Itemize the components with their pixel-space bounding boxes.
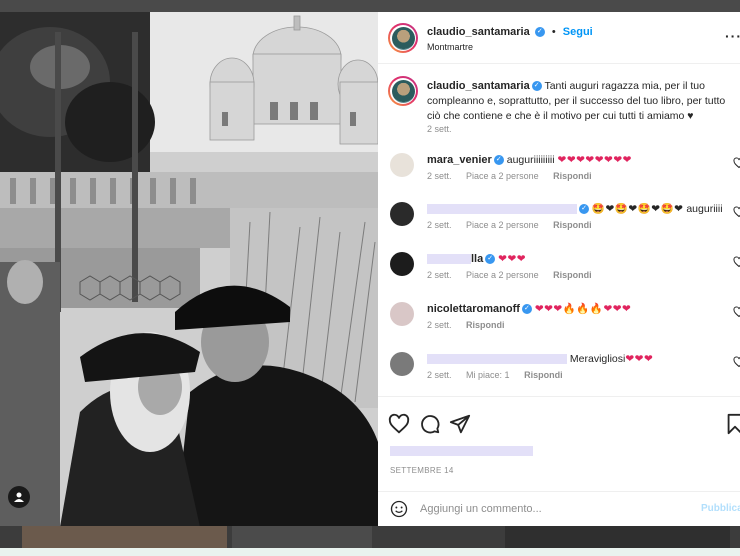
redacted-username [427, 354, 567, 365]
like-comment-heart-icon[interactable] [733, 356, 740, 368]
follow-button[interactable]: Segui [563, 26, 593, 38]
verified-icon: ✓ [579, 204, 589, 215]
comment-emojis: ❤❤❤ [498, 253, 527, 265]
like-comment-heart-icon[interactable] [733, 206, 740, 218]
verified-icon: ✓ [485, 254, 496, 265]
commenter-username[interactable]: mara_venier [427, 154, 492, 166]
comment-emojis: ❤❤❤❤❤❤❤❤ [557, 154, 632, 166]
comment-likes[interactable]: Piace a 2 persone [466, 171, 539, 181]
comment-emojis: ❤❤❤🔥🔥🔥❤❤❤ [534, 303, 632, 315]
commenter-avatar[interactable] [390, 352, 414, 376]
post-photo-image [0, 12, 378, 526]
add-comment-bar: Pubblica [378, 491, 740, 526]
more-options-icon[interactable]: ··· [725, 28, 740, 44]
comment-emojis: 🤩❤🤩❤🤩❤🤩❤ [591, 203, 684, 215]
post-location[interactable]: Montmartre [427, 42, 473, 52]
emoji-smiley-icon[interactable] [390, 500, 408, 518]
verified-icon: ✓ [534, 27, 545, 38]
post-details-panel: claudio_santamaria ✓ • Segui Montmartre … [378, 12, 740, 526]
bottom-edge [0, 548, 740, 556]
comment-time[interactable]: 2 sett. [427, 320, 452, 330]
commenter-avatar[interactable] [390, 302, 414, 326]
author-avatar[interactable] [388, 23, 418, 53]
comment-body: Meravigliosi❤❤❤ [427, 352, 727, 366]
post-date[interactable]: SETTEMBRE 14 [390, 466, 454, 475]
comment-meta: 2 sett. Piace a 2 persone Rispondi [427, 171, 604, 181]
author-line: claudio_santamaria ✓ • Segui [427, 26, 593, 38]
comment-time[interactable]: 2 sett. [427, 370, 452, 380]
like-comment-heart-icon[interactable] [733, 157, 740, 169]
commenter-avatar[interactable] [390, 252, 414, 276]
like-comment-heart-icon[interactable] [733, 256, 740, 268]
verified-icon: ✓ [531, 81, 542, 92]
reply-button[interactable]: Rispondi [553, 171, 592, 181]
comment-item: mara_venier ✓ auguriiiiiiiii ❤❤❤❤❤❤❤❤ 2 s… [388, 153, 740, 193]
commenter-avatar[interactable] [390, 153, 414, 177]
likes-count-redacted[interactable] [390, 446, 533, 456]
comment-meta: 2 sett. Mi piace: 1 Rispondi [427, 370, 575, 380]
reply-button[interactable]: Rispondi [553, 270, 592, 280]
comment-meta: 2 sett. Piace a 2 persone Rispondi [427, 220, 604, 230]
reply-button[interactable]: Rispondi [524, 370, 563, 380]
post-header: claudio_santamaria ✓ • Segui Montmartre … [378, 12, 740, 64]
separator-dot: • [551, 26, 556, 38]
caption-text-block: claudio_santamaria ✓ Tanti auguri ragazza… [427, 79, 739, 124]
comment-body: mara_venier ✓ auguriiiiiiiii ❤❤❤❤❤❤❤❤ [427, 153, 727, 167]
comment-body: ✓ 🤩❤🤩❤🤩❤🤩❤ auguriiii [427, 202, 727, 216]
caption-avatar[interactable] [388, 76, 418, 106]
author-username[interactable]: claudio_santamaria [427, 26, 530, 38]
redacted-username [427, 204, 577, 215]
comment-time[interactable]: 2 sett. [427, 220, 452, 230]
commenter-username[interactable]: nicolettaromanoff [427, 303, 520, 315]
caption-timestamp[interactable]: 2 sett. [427, 124, 452, 134]
commenter-avatar[interactable] [390, 202, 414, 226]
comment-item: Meravigliosi❤❤❤ 2 sett. Mi piace: 1 Risp… [388, 352, 740, 392]
comment-text: Meravigliosi [569, 353, 626, 365]
comment-input[interactable] [420, 500, 690, 518]
like-comment-heart-icon[interactable] [733, 306, 740, 318]
comment-emojis: ❤❤❤ [625, 353, 654, 365]
reply-button[interactable]: Rispondi [553, 220, 592, 230]
tagged-user-icon[interactable] [8, 486, 30, 508]
comment-item: ✓ 🤩❤🤩❤🤩❤🤩❤ auguriiii 2 sett. Piace a 2 p… [388, 202, 740, 242]
reply-button[interactable]: Rispondi [466, 320, 505, 330]
caption-username[interactable]: claudio_santamaria [427, 80, 530, 92]
backdrop-top [0, 0, 740, 12]
commenter-username[interactable]: lla [471, 253, 483, 265]
like-heart-icon[interactable] [388, 413, 410, 435]
comment-time[interactable]: 2 sett. [427, 171, 452, 181]
comment-bubble-icon[interactable] [419, 413, 441, 435]
save-bookmark-icon[interactable] [724, 413, 740, 435]
publish-button[interactable]: Pubblica [701, 503, 740, 514]
comment-likes[interactable]: Mi piace: 1 [466, 370, 510, 380]
redacted-username [427, 254, 471, 265]
comment-time[interactable]: 2 sett. [427, 270, 452, 280]
comment-meta: 2 sett. Rispondi [427, 320, 517, 330]
comment-text: auguriiiiiiiii [506, 154, 555, 166]
comment-item: lla ✓ ❤❤❤ 2 sett. Piace a 2 persone Rispo… [388, 252, 740, 292]
share-paper-plane-icon[interactable] [449, 413, 471, 435]
comment-item: nicolettaromanoff ✓ ❤❤❤🔥🔥🔥❤❤❤ 2 sett. Ris… [388, 302, 740, 342]
comment-text: auguriiii [686, 203, 723, 215]
verified-icon: ✓ [493, 155, 504, 166]
comment-body: lla ✓ ❤❤❤ [427, 252, 727, 266]
comment-body: nicolettaromanoff ✓ ❤❤❤🔥🔥🔥❤❤❤ [427, 302, 727, 316]
comment-likes[interactable]: Piace a 2 persone [466, 220, 539, 230]
post-photo[interactable] [0, 12, 378, 526]
comment-meta: 2 sett. Piace a 2 persone Rispondi [427, 270, 604, 280]
comment-likes[interactable]: Piace a 2 persone [466, 270, 539, 280]
verified-icon: ✓ [521, 304, 532, 315]
post-actions: SETTEMBRE 14 [378, 396, 740, 475]
